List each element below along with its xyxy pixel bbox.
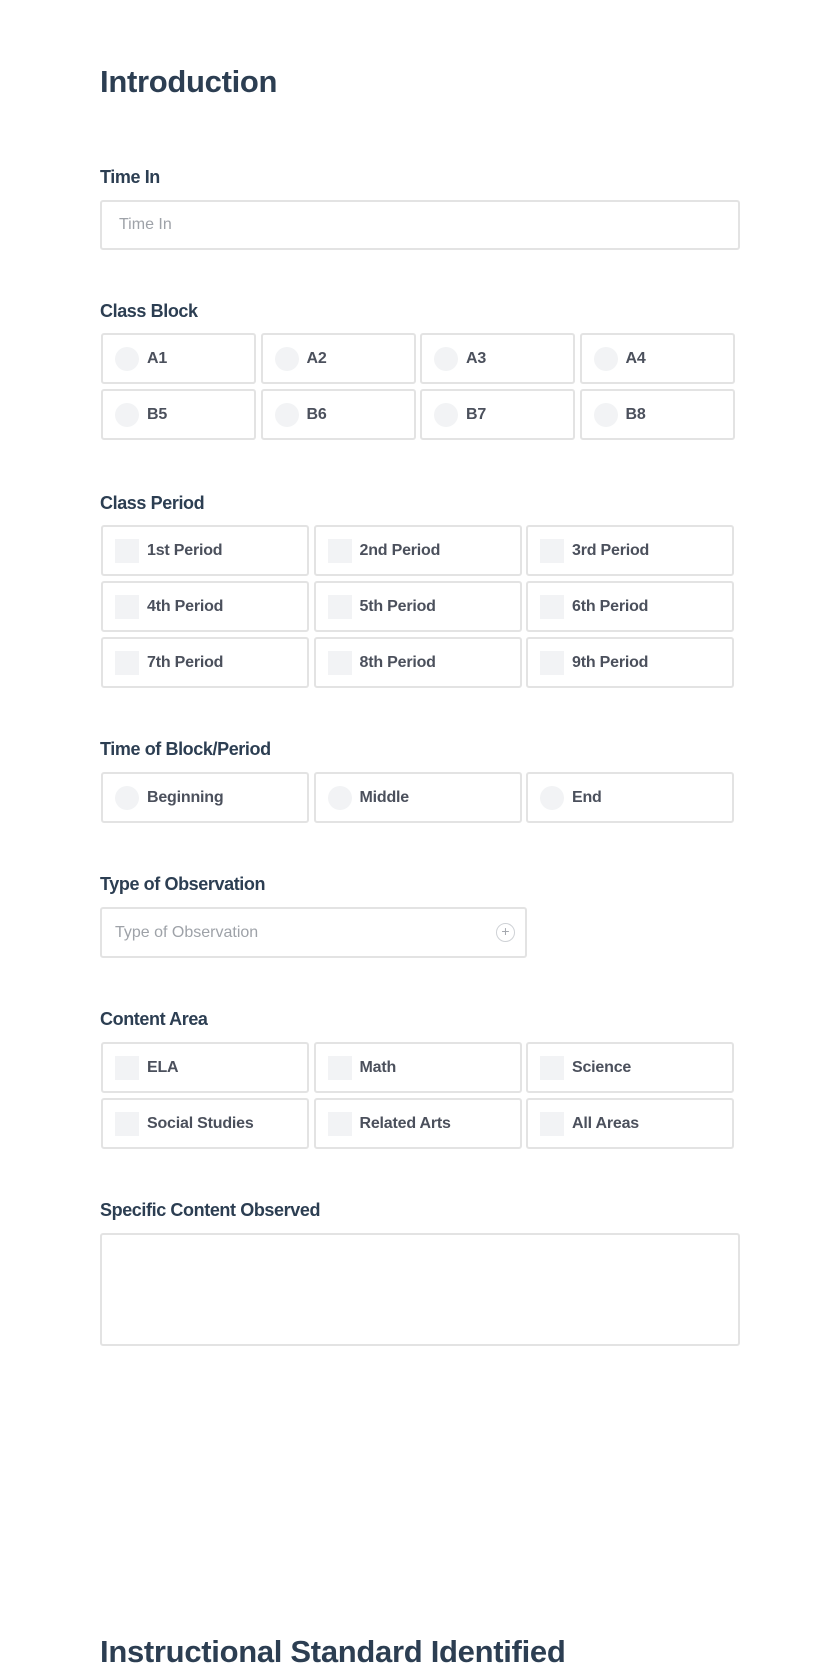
checkbox[interactable] xyxy=(327,594,352,619)
time-of-block-option[interactable]: End xyxy=(526,772,734,823)
class-period-option-label: 1st Period xyxy=(147,541,223,559)
class-block-option-label: B7 xyxy=(466,405,487,423)
content-area-option-label: Math xyxy=(359,1058,397,1076)
time-of-block-option[interactable]: Middle xyxy=(313,772,522,823)
class-period-option-label: 4th Period xyxy=(147,597,224,615)
class-block-option-label: B8 xyxy=(625,405,646,423)
checkbox[interactable] xyxy=(540,1111,564,1136)
plus-circle-icon[interactable]: + xyxy=(496,923,515,942)
radio-button[interactable] xyxy=(593,402,618,427)
class-block-option[interactable]: A4 xyxy=(579,333,735,384)
checkbox[interactable] xyxy=(540,594,564,619)
checkbox[interactable] xyxy=(540,650,564,675)
class-period-option[interactable]: 8th Period xyxy=(313,637,522,688)
checkbox[interactable] xyxy=(540,538,564,563)
radio-button[interactable] xyxy=(115,785,139,810)
radio-button[interactable] xyxy=(115,402,139,427)
content-area-label: Content Area xyxy=(100,1009,208,1029)
class-block-label: Class Block xyxy=(100,301,198,321)
class-block-option[interactable]: A1 xyxy=(101,333,256,384)
class-period-option[interactable]: 5th Period xyxy=(313,581,522,632)
content-area-option-label: Social Studies xyxy=(147,1114,254,1132)
class-block-option-label: A1 xyxy=(147,349,168,367)
class-period-option[interactable]: 2nd Period xyxy=(313,525,522,576)
class-period-option-label: 5th Period xyxy=(359,597,436,615)
class-block-option-label: A2 xyxy=(306,349,327,367)
content-area-option-label: Related Arts xyxy=(359,1114,451,1132)
content-area-option-label: Science xyxy=(572,1058,632,1076)
class-block-option[interactable]: B8 xyxy=(579,389,735,440)
checkbox[interactable] xyxy=(540,1055,564,1080)
content-area-option[interactable]: Science xyxy=(526,1042,734,1093)
specific-content-textarea[interactable] xyxy=(100,1233,740,1346)
content-area-option[interactable]: Math xyxy=(313,1042,522,1093)
class-period-option[interactable]: 1st Period xyxy=(101,525,309,576)
specific-content-label: Specific Content Observed xyxy=(100,1200,321,1220)
class-block-option-label: A4 xyxy=(625,349,646,367)
time-of-block-option[interactable]: Beginning xyxy=(101,772,309,823)
class-block-option[interactable]: B7 xyxy=(420,389,575,440)
section-title-introduction: Introduction xyxy=(100,64,278,99)
radio-button[interactable] xyxy=(274,346,299,371)
class-period-option-label: 6th Period xyxy=(572,597,649,615)
radio-button[interactable] xyxy=(593,346,618,371)
class-period-option-label: 7th Period xyxy=(147,653,224,671)
time-of-block-option-label: Beginning xyxy=(147,788,224,806)
radio-button[interactable] xyxy=(434,346,458,371)
class-block-option-label: B5 xyxy=(147,405,168,423)
class-period-option[interactable]: 9th Period xyxy=(526,637,734,688)
radio-button[interactable] xyxy=(434,402,458,427)
time-in-placeholder: Time In xyxy=(119,216,172,233)
content-area-option[interactable]: All Areas xyxy=(526,1098,734,1149)
content-area-option[interactable]: Social Studies xyxy=(101,1098,309,1149)
radio-button[interactable] xyxy=(540,785,564,810)
section-title-instructional-standard: Instructional Standard Identified xyxy=(100,1634,566,1669)
class-period-option[interactable]: 3rd Period xyxy=(526,525,734,576)
class-period-option-label: 3rd Period xyxy=(572,541,650,559)
checkbox[interactable] xyxy=(115,538,139,563)
class-block-option-label: B6 xyxy=(306,405,327,423)
content-area-option[interactable]: Related Arts xyxy=(313,1098,522,1149)
checkbox[interactable] xyxy=(327,1111,352,1136)
class-block-option[interactable]: A3 xyxy=(420,333,575,384)
type-of-observation-label: Type of Observation xyxy=(100,874,266,894)
checkbox[interactable] xyxy=(115,1055,139,1080)
time-of-block-option-label: End xyxy=(572,788,602,806)
radio-button[interactable] xyxy=(115,346,139,371)
checkbox[interactable] xyxy=(327,650,352,675)
content-area-option-label: All Areas xyxy=(572,1114,639,1132)
radio-button[interactable] xyxy=(274,402,299,427)
checkbox[interactable] xyxy=(115,594,139,619)
type-of-observation-placeholder: Type of Observation xyxy=(115,923,259,941)
class-period-option-label: 2nd Period xyxy=(359,541,441,559)
time-of-block-label: Time of Block/Period xyxy=(100,739,271,759)
content-area-option-label: ELA xyxy=(147,1058,179,1076)
class-block-option[interactable]: A2 xyxy=(260,333,416,384)
class-period-option-label: 9th Period xyxy=(572,653,649,671)
checkbox[interactable] xyxy=(115,1111,139,1136)
radio-button[interactable] xyxy=(327,785,352,810)
checkbox[interactable] xyxy=(115,650,139,675)
time-in-input[interactable]: Time In xyxy=(100,200,740,250)
type-of-observation-dropdown[interactable]: Type of Observation + xyxy=(100,907,527,958)
time-of-block-option-label: Middle xyxy=(359,788,410,806)
class-period-label: Class Period xyxy=(100,493,205,513)
checkbox[interactable] xyxy=(327,538,352,563)
time-in-label: Time In xyxy=(100,167,160,187)
class-period-option[interactable]: 6th Period xyxy=(526,581,734,632)
class-period-option[interactable]: 4th Period xyxy=(101,581,309,632)
class-block-option[interactable]: B6 xyxy=(260,389,416,440)
content-area-option[interactable]: ELA xyxy=(101,1042,309,1093)
class-period-option-label: 8th Period xyxy=(359,653,436,671)
checkbox[interactable] xyxy=(327,1055,352,1080)
class-block-option-label: A3 xyxy=(466,349,487,367)
class-period-option[interactable]: 7th Period xyxy=(101,637,309,688)
class-block-option[interactable]: B5 xyxy=(101,389,256,440)
